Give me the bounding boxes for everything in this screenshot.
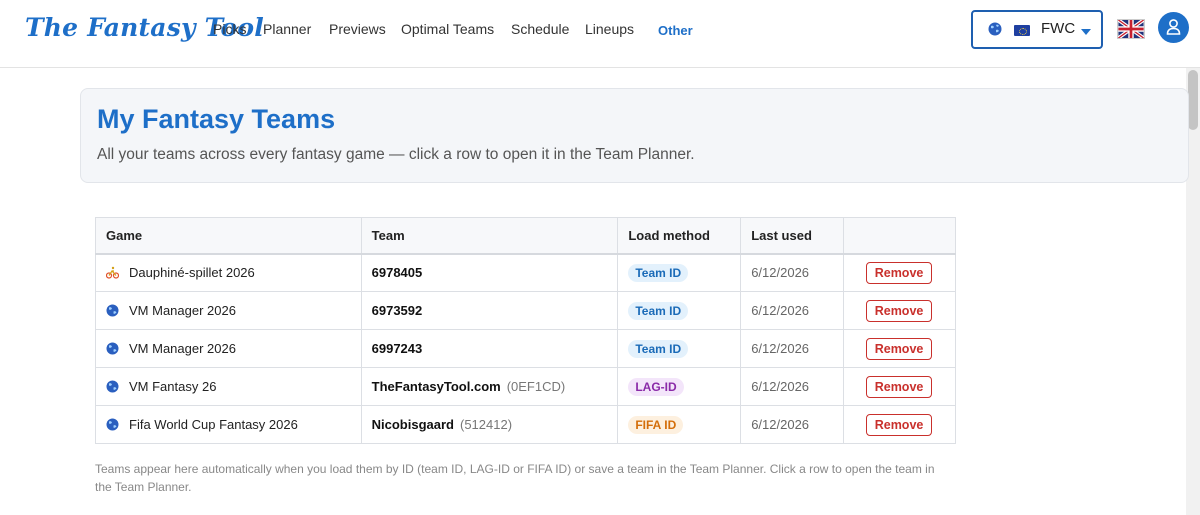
- column-header-team: Team: [360, 217, 619, 255]
- table-row[interactable]: Dauphiné-spillet 2026 6978405 Team ID 6/…: [95, 253, 956, 292]
- page-title: My Fantasy Teams: [97, 104, 336, 134]
- team-code: (512412): [460, 417, 513, 432]
- globe-icon: [988, 22, 1002, 36]
- remove-button[interactable]: Remove: [866, 261, 933, 284]
- user-icon: [1166, 19, 1181, 35]
- globe-icon: [106, 304, 119, 317]
- last-used-date: 6/12/2026: [751, 265, 810, 281]
- user-avatar-button[interactable]: [1158, 12, 1189, 43]
- caret-down-icon: [1081, 29, 1091, 35]
- column-header-actions: [843, 217, 956, 255]
- nav-other-dropdown[interactable]: Other: [658, 23, 693, 38]
- game-name: Dauphiné-spillet 2026: [129, 265, 255, 281]
- page-subtitle: All your teams across every fantasy game…: [97, 146, 695, 163]
- last-used-date: 6/12/2026: [751, 303, 810, 318]
- load-method-badge: LAG-ID: [628, 377, 684, 396]
- nav-lineups[interactable]: Lineups: [585, 21, 634, 37]
- globe-icon: [106, 418, 119, 431]
- nav-optimal-teams[interactable]: Optimal Teams: [401, 21, 494, 37]
- table-row[interactable]: VM Manager 2026 6997243 Team ID 6/12/202…: [95, 329, 956, 368]
- table-header-row: Game Team Load method Last used: [95, 217, 956, 255]
- load-method-badge: Team ID: [628, 339, 689, 358]
- top-navbar: The Fantasy Tool Picks Planner Previews …: [0, 0, 1200, 68]
- team-code: (0EF1CD): [506, 379, 566, 394]
- remove-button[interactable]: Remove: [866, 337, 933, 360]
- game-name: VM Manager 2026: [129, 303, 236, 318]
- team-name: 6978405: [371, 265, 423, 281]
- remove-button[interactable]: Remove: [866, 375, 933, 398]
- selected-game-label: FWC: [1041, 20, 1076, 37]
- game-name: VM Manager 2026: [129, 341, 236, 356]
- column-header-last-used: Last used: [740, 217, 845, 255]
- team-name: 6997243: [371, 341, 423, 356]
- eu-flag-icon: [1014, 25, 1030, 36]
- page-header-card: My Fantasy Teams All your teams across e…: [80, 88, 1189, 183]
- column-header-game: Game: [95, 217, 362, 255]
- nav-planner[interactable]: Planner: [263, 21, 311, 37]
- nav-picks[interactable]: Picks: [213, 21, 246, 37]
- game-name: VM Fantasy 26: [129, 379, 217, 394]
- last-used-date: 6/12/2026: [751, 417, 810, 432]
- globe-icon: [106, 342, 119, 355]
- remove-button[interactable]: Remove: [866, 299, 933, 322]
- team-name: Nicobisgaard: [371, 417, 454, 432]
- remove-button[interactable]: Remove: [866, 413, 933, 436]
- uk-flag-icon[interactable]: [1117, 19, 1145, 39]
- nav-previews[interactable]: Previews: [329, 21, 386, 37]
- scrollbar-thumb[interactable]: [1188, 70, 1198, 130]
- nav-schedule[interactable]: Schedule: [511, 21, 569, 37]
- load-method-badge: Team ID: [628, 301, 689, 320]
- game-name: Fifa World Cup Fantasy 2026: [129, 417, 298, 432]
- load-method-badge: FIFA ID: [628, 415, 684, 434]
- table-row[interactable]: VM Fantasy 26 TheFantasyTool.com (0EF1CD)…: [95, 367, 956, 406]
- column-header-load-method: Load method: [617, 217, 742, 255]
- cycling-icon: [106, 267, 119, 279]
- team-name: TheFantasyTool.com: [371, 379, 501, 394]
- last-used-date: 6/12/2026: [751, 341, 810, 356]
- table-row[interactable]: VM Manager 2026 6973592 Team ID 6/12/202…: [95, 291, 956, 330]
- teams-table: Game Team Load method Last used Dauphiné…: [95, 217, 956, 444]
- load-method-badge: Team ID: [628, 263, 689, 282]
- team-name: 6973592: [371, 303, 423, 318]
- last-used-date: 6/12/2026: [751, 379, 810, 394]
- game-selector-dropdown[interactable]: FWC: [971, 10, 1103, 49]
- table-row[interactable]: Fifa World Cup Fantasy 2026 Nicobisgaard…: [95, 405, 956, 444]
- globe-icon: [106, 380, 119, 393]
- help-note: Teams appear here automatically when you…: [95, 462, 935, 494]
